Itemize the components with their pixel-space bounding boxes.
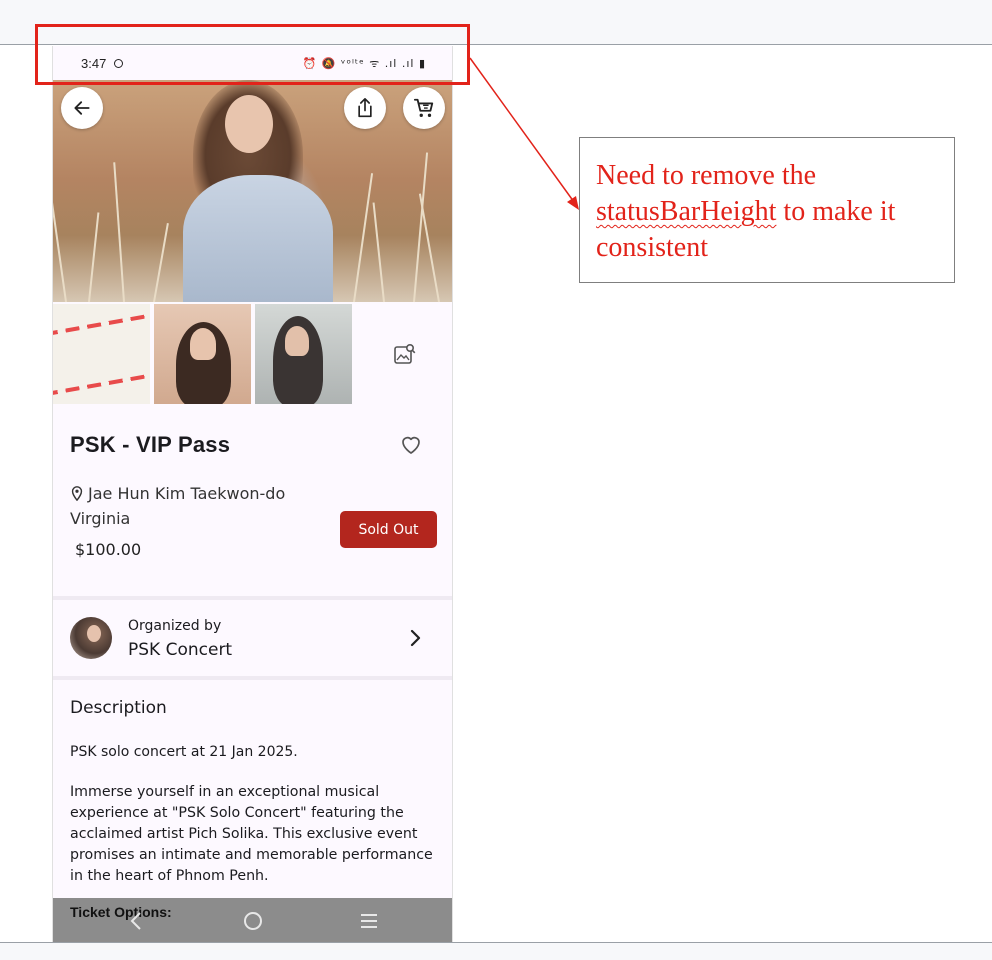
- sold-out-button[interactable]: Sold Out: [340, 511, 437, 548]
- thumbnail-2[interactable]: [154, 304, 251, 404]
- grass-stalk: [88, 212, 100, 303]
- organizer-label: Organized by: [128, 618, 222, 634]
- hero-dress: [183, 175, 333, 302]
- event-price: $100.00: [75, 540, 142, 559]
- back-button[interactable]: [61, 87, 103, 129]
- thumbnail-strip: [53, 304, 452, 404]
- event-location: Jae Hun Kim Taekwon-do Virginia: [70, 481, 335, 531]
- highlight-box: [35, 24, 470, 85]
- grass-stalk: [113, 162, 125, 303]
- note-keyword: statusBarHeight: [596, 196, 777, 227]
- section-divider: [53, 596, 452, 600]
- phone-screen: 3:47 ⏰ 🔕 ᵛᵒˡᵗᵉ ᯤ .ıl .ıl ▮ PSK - VIP Pas…: [52, 46, 453, 942]
- thumbnail-3[interactable]: [255, 304, 352, 404]
- location-line-1: Jae Hun Kim Taekwon-do: [88, 484, 286, 503]
- thumb-face: [190, 328, 216, 360]
- thumb-face: [285, 326, 309, 356]
- grass-stalk: [53, 183, 67, 303]
- annotation-note: Need to remove the statusBarHeight to mak…: [579, 137, 955, 283]
- organizer-avatar: [70, 617, 112, 659]
- share-icon: [358, 98, 372, 118]
- ticket-options-label: Ticket Options:: [70, 904, 172, 920]
- hero-face: [225, 95, 273, 153]
- chevron-right-icon: [410, 629, 421, 647]
- grass-stalk: [418, 193, 440, 303]
- nav-back-icon[interactable]: [126, 910, 148, 932]
- hero-image: [53, 80, 452, 303]
- organizer-row[interactable]: Organized by PSK Concert: [53, 602, 452, 676]
- grass-stalk: [153, 223, 169, 303]
- thumb-stripe: [53, 371, 150, 397]
- nav-home-icon[interactable]: [242, 910, 264, 932]
- description-paragraph-2: Immerse yourself in an exceptional music…: [70, 784, 433, 884]
- section-divider: [53, 676, 452, 680]
- thumb-stripe: [53, 311, 150, 337]
- cart-button[interactable]: [403, 87, 445, 129]
- system-nav-bar: Ticket Options:: [53, 898, 452, 942]
- favorite-heart-icon[interactable]: [399, 433, 423, 457]
- add-image-button[interactable]: [356, 304, 452, 404]
- image-search-icon: [393, 343, 415, 364]
- event-title: PSK - VIP Pass: [70, 432, 231, 457]
- shopping-cart-icon: [413, 98, 434, 117]
- grass-stalk: [372, 202, 385, 303]
- thumbnail-1[interactable]: [53, 304, 150, 404]
- annotation-text: Need to remove the statusBarHeight to mak…: [596, 158, 938, 266]
- description-heading: Description: [70, 698, 167, 718]
- location-line-2: Virginia: [70, 509, 131, 528]
- description-paragraph-1: PSK solo concert at 21 Jan 2025.: [70, 744, 298, 760]
- share-button[interactable]: [344, 87, 386, 129]
- location-pin-icon: [71, 486, 83, 501]
- organizer-name: PSK Concert: [128, 640, 233, 660]
- bottom-band: [0, 942, 992, 960]
- avatar-face: [87, 625, 101, 642]
- note-part-1: Need to remove the: [596, 160, 817, 191]
- arrow-left-icon: [74, 101, 90, 115]
- grass-stalk: [353, 173, 374, 303]
- nav-recents-icon[interactable]: [358, 910, 380, 932]
